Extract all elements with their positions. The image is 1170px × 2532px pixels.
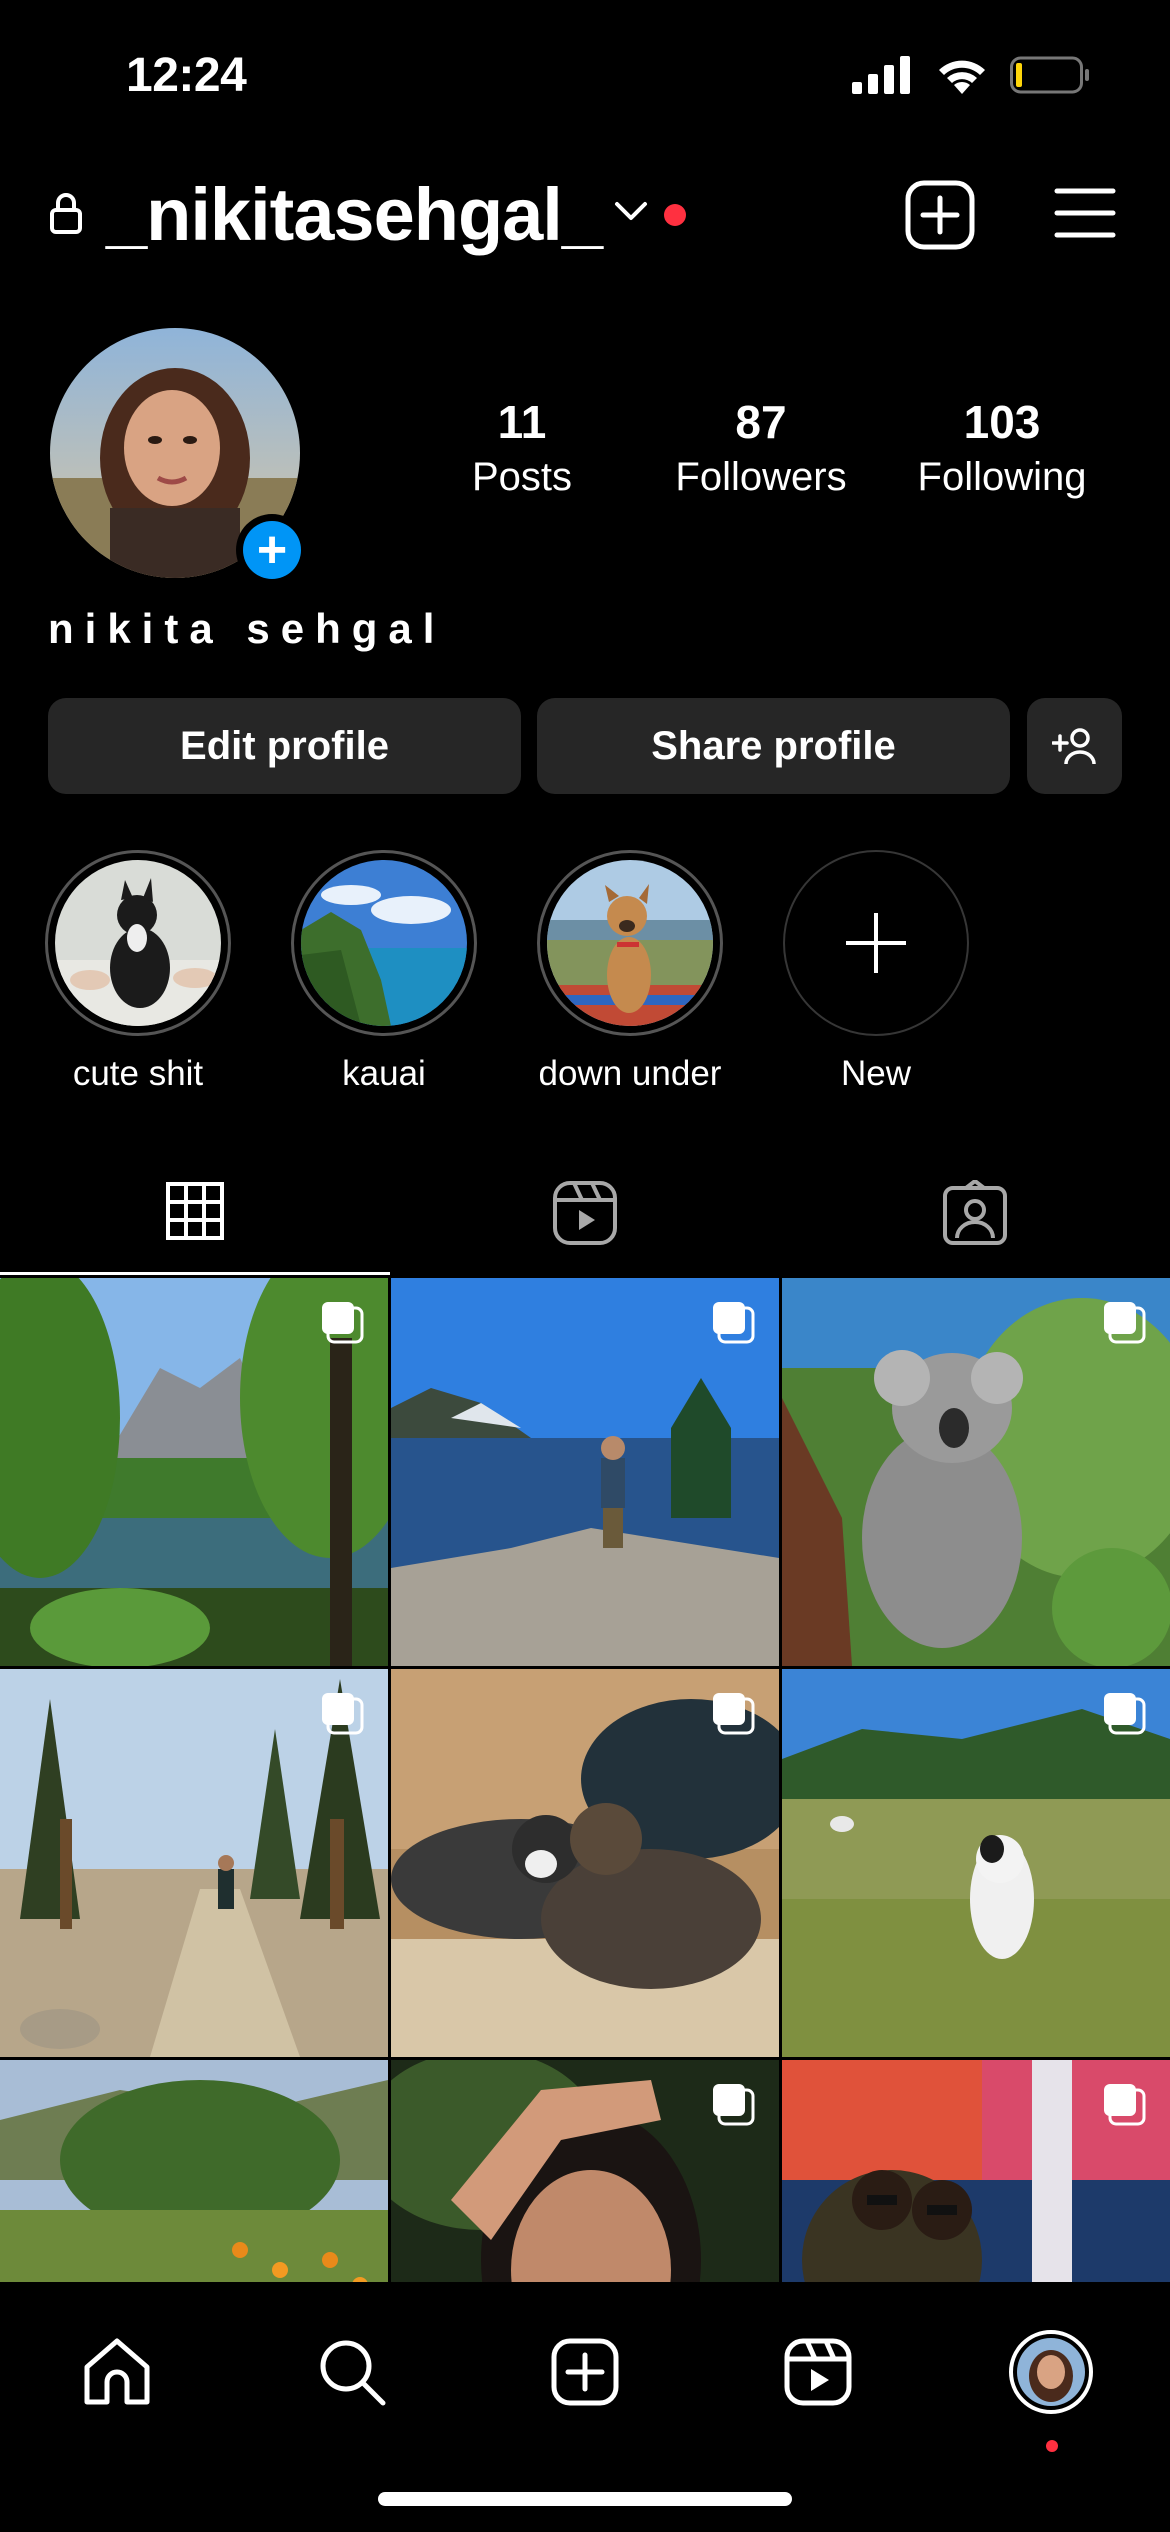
highlight-label: New	[840, 1054, 912, 1093]
stat-following[interactable]: 103 Following	[892, 395, 1112, 500]
nav-reels[interactable]	[768, 2322, 868, 2422]
status-icons	[852, 56, 1090, 94]
search-icon	[320, 2340, 386, 2406]
multiple-photos-icon	[713, 2084, 755, 2126]
wifi-icon	[939, 60, 985, 94]
post-thumbnail[interactable]	[0, 1669, 388, 2057]
multiple-photos-icon	[1104, 2084, 1146, 2126]
followers-label: Followers	[675, 455, 847, 499]
stat-posts[interactable]: 11 Posts	[412, 395, 632, 500]
home-indicator	[378, 2492, 792, 2506]
grid-icon	[166, 1182, 224, 1240]
tab-reels[interactable]	[390, 1150, 780, 1275]
post-thumbnail[interactable]	[782, 1669, 1170, 2057]
highlight-cover	[55, 860, 221, 1026]
hamburger-menu-icon[interactable]	[1054, 186, 1116, 240]
highlight-cover	[547, 860, 713, 1026]
username-title[interactable]: _nikitasehgal_	[106, 172, 603, 257]
followers-count: 87	[735, 396, 787, 448]
multiple-photos-icon	[1104, 1693, 1146, 1735]
new-highlight-ring	[783, 850, 969, 1036]
nav-create[interactable]	[535, 2322, 635, 2422]
highlight-cover	[301, 860, 467, 1026]
following-count: 103	[963, 396, 1041, 448]
edit-profile-button[interactable]: Edit profile	[48, 698, 521, 794]
tagged-icon	[943, 1179, 1007, 1245]
highlight-ring	[45, 850, 231, 1036]
chevron-down-icon[interactable]	[614, 200, 648, 222]
home-icon	[84, 2338, 150, 2405]
discover-people-button[interactable]	[1027, 698, 1122, 794]
multiple-photos-icon	[1104, 1302, 1146, 1344]
highlight-cute-shit[interactable]: cute shit	[43, 850, 233, 1094]
reels-icon	[553, 1180, 617, 1245]
post-thumbnail[interactable]	[391, 1278, 779, 1666]
highlight-down-under[interactable]: down under	[535, 850, 725, 1094]
post-thumbnail[interactable]	[0, 2060, 388, 2282]
battery-icon	[1010, 56, 1089, 94]
cellular-signal-icon	[852, 56, 910, 94]
post-thumbnail[interactable]	[391, 2060, 779, 2282]
lock-icon	[50, 193, 82, 234]
nav-search[interactable]	[302, 2322, 402, 2422]
post-thumbnail[interactable]	[782, 2060, 1170, 2282]
tab-posts-grid[interactable]	[0, 1150, 390, 1275]
profile-notification-dot	[1046, 2440, 1058, 2452]
multiple-photos-icon	[322, 1302, 364, 1344]
tab-tagged[interactable]	[780, 1150, 1170, 1275]
profile-avatar-icon	[1009, 2330, 1093, 2414]
profile-header: _nikitasehgal_	[0, 170, 1170, 260]
nav-profile[interactable]	[1001, 2322, 1101, 2422]
highlight-label: down under	[538, 1054, 722, 1093]
plus-icon: +	[243, 521, 301, 579]
add-story-button[interactable]: +	[236, 514, 308, 586]
highlight-new[interactable]: New	[781, 850, 971, 1094]
posts-count: 11	[497, 396, 547, 448]
multiple-photos-icon	[322, 1693, 364, 1735]
post-thumbnail[interactable]	[782, 1278, 1170, 1666]
display-name: nikita sehgal	[48, 605, 446, 652]
highlight-ring	[291, 850, 477, 1036]
highlight-label: cute shit	[72, 1054, 204, 1093]
plus-icon	[846, 913, 906, 973]
multiple-photos-icon	[713, 1693, 755, 1735]
highlight-ring	[537, 850, 723, 1036]
create-post-icon[interactable]	[905, 180, 975, 250]
multiple-photos-icon	[713, 1302, 755, 1344]
stat-followers[interactable]: 87 Followers	[651, 395, 871, 500]
add-person-icon	[1051, 728, 1096, 765]
highlight-label: kauai	[342, 1054, 426, 1093]
status-time: 12:24	[126, 49, 247, 102]
reels-icon	[784, 2338, 852, 2406]
share-profile-button[interactable]: Share profile	[537, 698, 1010, 794]
create-post-icon	[551, 2338, 619, 2406]
notification-dot	[664, 204, 686, 226]
post-thumbnail[interactable]	[391, 1669, 779, 2057]
following-label: Following	[917, 455, 1087, 499]
highlight-kauai[interactable]: kauai	[289, 850, 479, 1094]
post-thumbnail[interactable]	[0, 1278, 388, 1666]
posts-label: Posts	[471, 455, 573, 499]
nav-home[interactable]	[67, 2322, 167, 2422]
